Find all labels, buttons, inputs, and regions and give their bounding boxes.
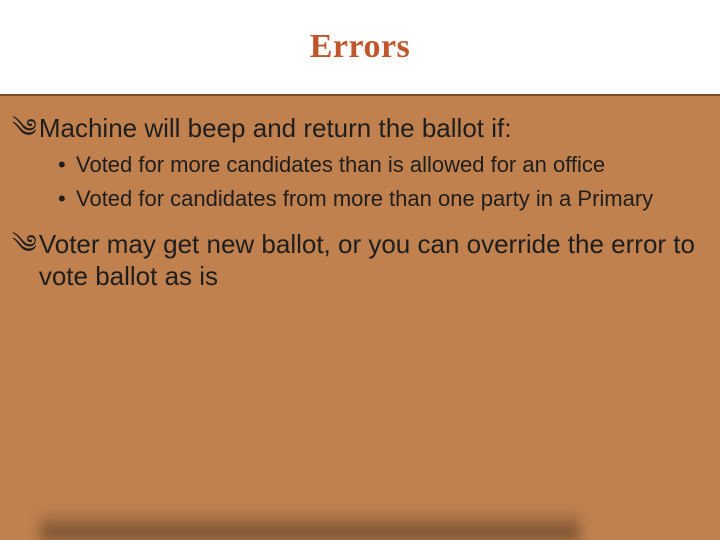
dot-bullet-icon: • <box>58 184 76 214</box>
footer-shadow <box>40 510 580 540</box>
bullet-text: Machine will beep and return the ballot … <box>39 112 512 144</box>
sub-bullet-text: Voted for candidates from more than one … <box>76 184 653 214</box>
bullet-level1: ༄ Voter may get new ballot, or you can o… <box>12 228 700 292</box>
curl-bullet-icon: ༄ <box>12 112 37 144</box>
bullet-level2: • Voted for candidates from more than on… <box>58 184 700 214</box>
curl-bullet-icon: ༄ <box>12 228 37 260</box>
bullet-text: Voter may get new ballot, or you can ove… <box>39 228 700 292</box>
bullet-level1: ༄ Machine will beep and return the ballo… <box>12 112 700 144</box>
title-band: Errors <box>0 0 720 96</box>
slide-title: Errors <box>310 28 411 66</box>
slide-body: ༄ Machine will beep and return the ballo… <box>12 112 700 298</box>
sub-bullet-text: Voted for more candidates than is allowe… <box>76 150 605 180</box>
bullet-level2: • Voted for more candidates than is allo… <box>58 150 700 180</box>
sub-bullet-group: • Voted for more candidates than is allo… <box>58 150 700 214</box>
slide: Errors ༄ Machine will beep and return th… <box>0 0 720 540</box>
dot-bullet-icon: • <box>58 150 76 180</box>
